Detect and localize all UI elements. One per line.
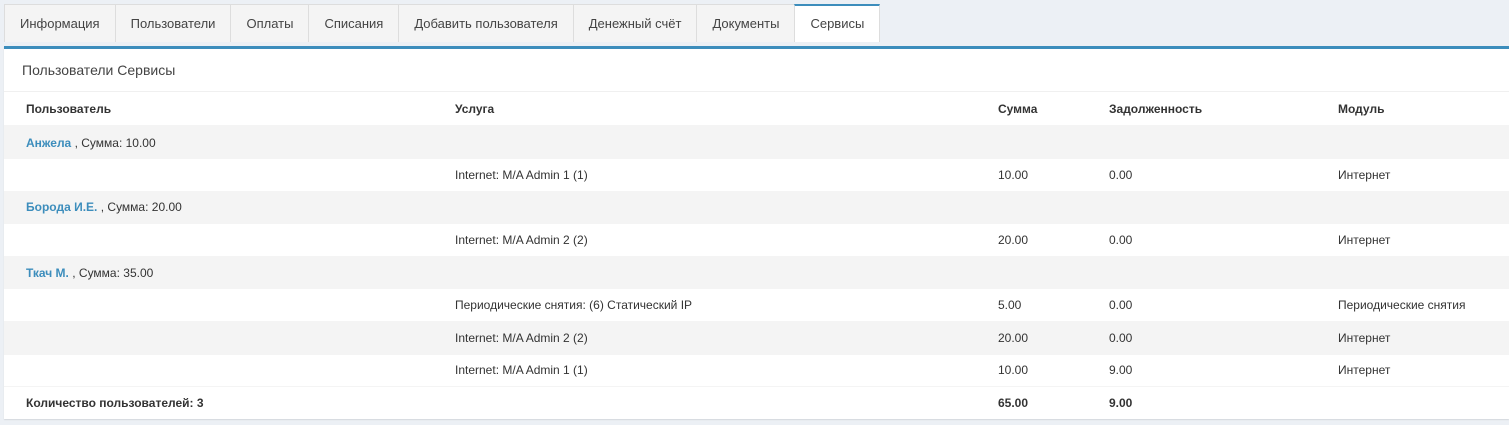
service-cell: Периодические снятия: (6) Статический IP [433, 288, 976, 322]
tab-info[interactable]: Информация [4, 4, 116, 42]
panel-title: Пользователи Сервисы [4, 49, 1509, 92]
totals-row: Количество пользователей: 3 65.00 9.00 [4, 386, 1509, 420]
user-summary: , Сумма: 10.00 [74, 135, 156, 150]
services-table: Пользователь Услуга Сумма Задолженность … [4, 92, 1509, 420]
column-header-user[interactable]: Пользователь [4, 92, 433, 127]
table-row: Internet: M/A Admin 1 (1) 10.00 0.00 Инт… [4, 158, 1509, 192]
column-header-debt[interactable]: Задолженность [1087, 92, 1316, 127]
tab-services[interactable]: Сервисы [794, 4, 881, 42]
service-cell: Internet: M/A Admin 2 (2) [433, 321, 976, 355]
service-cell: Internet: M/A Admin 1 (1) [433, 158, 976, 192]
service-cell: Internet: M/A Admin 1 (1) [433, 353, 976, 387]
user-summary: , Сумма: 20.00 [100, 200, 182, 215]
user-link[interactable]: Борода И.Е. [26, 200, 97, 214]
user-group-row: Анжела , Сумма: 10.00 [4, 125, 1509, 159]
tab-charges[interactable]: Списания [308, 4, 400, 42]
table-row: Internet: M/A Admin 2 (2) 20.00 0.00 Инт… [4, 223, 1509, 257]
table-header-row: Пользователь Услуга Сумма Задолженность … [4, 92, 1509, 127]
table-row: Internet: M/A Admin 1 (1) 10.00 9.00 Инт… [4, 353, 1509, 387]
column-header-module[interactable]: Модуль [1316, 92, 1509, 127]
user-summary: , Сумма: 35.00 [72, 265, 154, 280]
table-row: Internet: M/A Admin 2 (2) 20.00 0.00 Инт… [4, 321, 1509, 355]
user-count-label: Количество пользователей: 3 [4, 386, 976, 420]
sum-cell: 20.00 [976, 321, 1087, 355]
module-cell: Интернет [1316, 223, 1509, 257]
user-link[interactable]: Ткач М. [26, 266, 69, 280]
tab-money-account[interactable]: Денежный счёт [572, 4, 698, 42]
debt-cell: 9.00 [1087, 353, 1316, 387]
user-link[interactable]: Анжела [26, 136, 71, 150]
debt-cell: 0.00 [1087, 223, 1316, 257]
sum-cell: 10.00 [976, 353, 1087, 387]
user-group-row: Борода И.Е. , Сумма: 20.00 [4, 190, 1509, 224]
module-cell: Интернет [1316, 353, 1509, 387]
tab-users[interactable]: Пользователи [114, 4, 232, 42]
services-panel: Пользователи Сервисы Пользователь Услуга… [4, 46, 1509, 420]
sum-cell: 20.00 [976, 223, 1087, 257]
debt-cell: 0.00 [1087, 158, 1316, 192]
module-cell: Интернет [1316, 321, 1509, 355]
sum-cell: 5.00 [976, 288, 1087, 322]
tab-add-user[interactable]: Добавить пользователя [398, 4, 574, 42]
column-header-service[interactable]: Услуга [433, 92, 976, 127]
tab-bar: Информация Пользователи Оплаты Списания … [4, 4, 881, 42]
debt-cell: 0.00 [1087, 288, 1316, 322]
user-group-row: Ткач М. , Сумма: 35.00 [4, 255, 1509, 289]
module-cell: Интернет [1316, 158, 1509, 192]
table-row: Периодические снятия: (6) Статический IP… [4, 288, 1509, 322]
debt-cell: 0.00 [1087, 321, 1316, 355]
module-cell: Периодические снятия [1316, 288, 1509, 322]
column-header-sum[interactable]: Сумма [976, 92, 1087, 127]
total-sum: 65.00 [976, 386, 1087, 420]
tab-documents[interactable]: Документы [696, 4, 796, 42]
service-cell: Internet: M/A Admin 2 (2) [433, 223, 976, 257]
tab-payments[interactable]: Оплаты [230, 4, 310, 42]
total-debt: 9.00 [1087, 386, 1316, 420]
sum-cell: 10.00 [976, 158, 1087, 192]
